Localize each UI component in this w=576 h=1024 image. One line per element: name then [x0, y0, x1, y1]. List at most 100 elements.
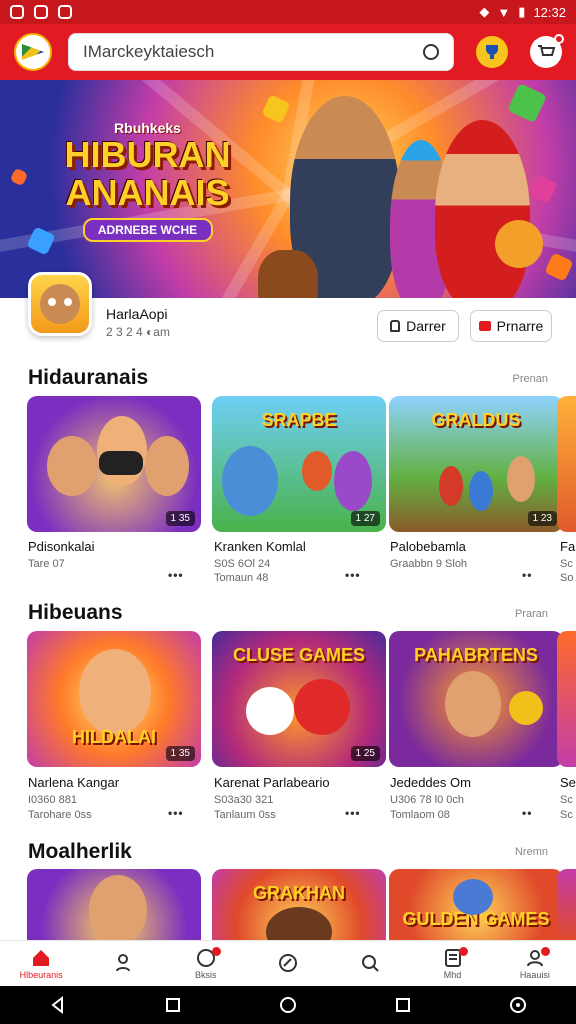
section-title: Moalherlik	[28, 840, 132, 863]
more-options-icon[interactable]: •••	[168, 568, 184, 582]
location-icon: ◆	[479, 4, 490, 19]
card-banner-text: SRAPBE	[261, 410, 337, 430]
section-more-link[interactable]: Nremn	[515, 846, 548, 858]
home-button-icon[interactable]	[279, 996, 297, 1014]
section-title: Hidauranais	[28, 366, 149, 389]
notification-dot	[458, 947, 468, 956]
mascot-icon	[40, 284, 80, 324]
action-button-2-label: Prnarre	[496, 318, 544, 334]
assistant-icon[interactable]	[509, 996, 527, 1014]
game-card[interactable]: SRAPBE 1 27	[212, 396, 386, 532]
chat-search-icon[interactable]	[423, 44, 439, 60]
game-card[interactable]: 1 35	[27, 396, 201, 532]
search-input[interactable]: IMarckeyktaiesch	[68, 33, 454, 71]
nav-label: Haauisi	[519, 969, 550, 980]
card-sub: S0S 6Ol 24	[214, 558, 271, 570]
nav-label: Mhd	[443, 969, 462, 980]
search-text: IMarckeyktaiesch	[83, 42, 215, 61]
nav-search[interactable]	[329, 941, 411, 986]
battery-icon: ▮	[518, 4, 526, 19]
banner-title-line2: ANANAIS	[65, 172, 230, 213]
notification-dot	[554, 34, 564, 44]
status-bar: ◆ ▼ ▮ 12:32	[0, 0, 576, 24]
card-badge: 1 35	[165, 746, 195, 761]
card-sub: Sc	[560, 794, 573, 806]
message-icon	[34, 5, 48, 19]
banner-ribbon: ADRNEBE WCHE	[82, 218, 213, 242]
game-card[interactable]	[27, 869, 201, 941]
more-options-icon[interactable]: ••	[522, 806, 532, 820]
nav-label: Bksis	[194, 969, 217, 980]
person-icon	[116, 953, 131, 971]
trophy-icon[interactable]	[476, 36, 508, 68]
nav-list[interactable]: Mhd	[411, 941, 493, 986]
game-card[interactable]: GRALDUS 1 23	[389, 396, 563, 532]
nav-profile[interactable]: Haauisi	[494, 941, 576, 986]
play-icon	[478, 321, 491, 331]
card-sub: Sc	[560, 558, 573, 570]
notification-dot	[211, 947, 221, 956]
app-logo[interactable]	[14, 33, 52, 71]
home-icon	[33, 949, 50, 966]
back-icon[interactable]	[49, 996, 67, 1014]
app-name: HarlaAopi	[106, 306, 168, 322]
card-sub: I0360 881	[28, 794, 77, 806]
section-more-link[interactable]: Prenan	[513, 373, 548, 385]
card-name: Narlena Kangar	[28, 775, 120, 790]
game-card[interactable]: PAHABRTENS	[389, 631, 563, 767]
card-sub: Sc	[560, 809, 573, 821]
game-card[interactable]	[557, 869, 576, 941]
action-button-2[interactable]: Prnarre	[470, 310, 552, 342]
search-icon	[362, 954, 379, 972]
app-meta: 2 3 2 4 ◐am	[106, 325, 170, 339]
more-options-icon[interactable]: •••	[345, 806, 361, 820]
system-nav-bar	[0, 986, 576, 1024]
card-sub: Tomaun 48	[214, 572, 269, 584]
card-sub: S03a30 321	[214, 794, 274, 806]
card-badge: 1 25	[350, 746, 380, 761]
card-name: Palobebamla	[390, 539, 466, 554]
recents-icon[interactable]	[164, 996, 182, 1014]
card-banner-text: GRALDUS	[431, 410, 521, 430]
action-button-1[interactable]: Darrer	[377, 310, 459, 342]
game-card[interactable]	[557, 396, 576, 532]
game-card[interactable]: GRAKHAN	[212, 869, 386, 941]
card-badge: 1 35	[165, 511, 195, 526]
bottom-nav: Hlbeuranis Bksis Mhd Haauisi	[0, 940, 576, 986]
game-card[interactable]: CLUSE GAMES 1 25	[212, 631, 386, 767]
nav-games[interactable]: Bksis	[165, 941, 247, 986]
app-icon[interactable]	[28, 272, 92, 336]
banner-title: Rbuhkeks HIBURAN ANANAIS ADRNEBE WCHE	[50, 120, 245, 242]
wifi-icon: ▼	[497, 4, 511, 20]
category-icon	[278, 953, 297, 972]
card-banner-text: CLUSE GAMES	[232, 645, 365, 665]
nav-label: Hlbeuranis	[19, 969, 63, 980]
cart-icon[interactable]	[530, 34, 564, 68]
more-options-icon[interactable]: ••	[522, 568, 532, 582]
game-card[interactable]: HILDALAI 1 35	[27, 631, 201, 767]
card-name: Jededdes Om	[390, 775, 471, 790]
nav-home[interactable]: Hlbeuranis	[0, 941, 82, 986]
hero-banner[interactable]: Rbuhkeks HIBURAN ANANAIS ADRNEBE WCHE	[0, 80, 576, 298]
game-card[interactable]: GULDEN GAMES	[389, 869, 563, 941]
flag-icon	[22, 44, 44, 60]
more-options-icon[interactable]: •••	[168, 806, 184, 820]
status-time: 12:32	[533, 4, 566, 20]
square-icon[interactable]	[394, 996, 412, 1014]
card-name: Kranken Komlal	[214, 539, 306, 554]
section-title: Hibeuans	[28, 601, 123, 624]
section-more-link[interactable]: Praran	[515, 608, 548, 620]
card-sub: Graabbn 9 Sloh	[390, 558, 468, 570]
nav-person[interactable]	[82, 941, 164, 986]
card-name: Fa	[560, 539, 576, 554]
lock-icon	[390, 320, 401, 332]
card-badge: 1 23	[527, 511, 557, 526]
notification-dot	[540, 947, 550, 956]
card-sub: Tarohare 0ss	[28, 809, 92, 821]
card-sub: Tanlaum 0ss	[214, 809, 276, 821]
nav-category[interactable]	[247, 941, 329, 986]
more-options-icon[interactable]: •••	[345, 568, 361, 582]
card-name: Karenat Parlabeario	[214, 775, 330, 790]
action-button-1-label: Darrer	[406, 318, 446, 334]
game-card[interactable]	[557, 631, 576, 767]
